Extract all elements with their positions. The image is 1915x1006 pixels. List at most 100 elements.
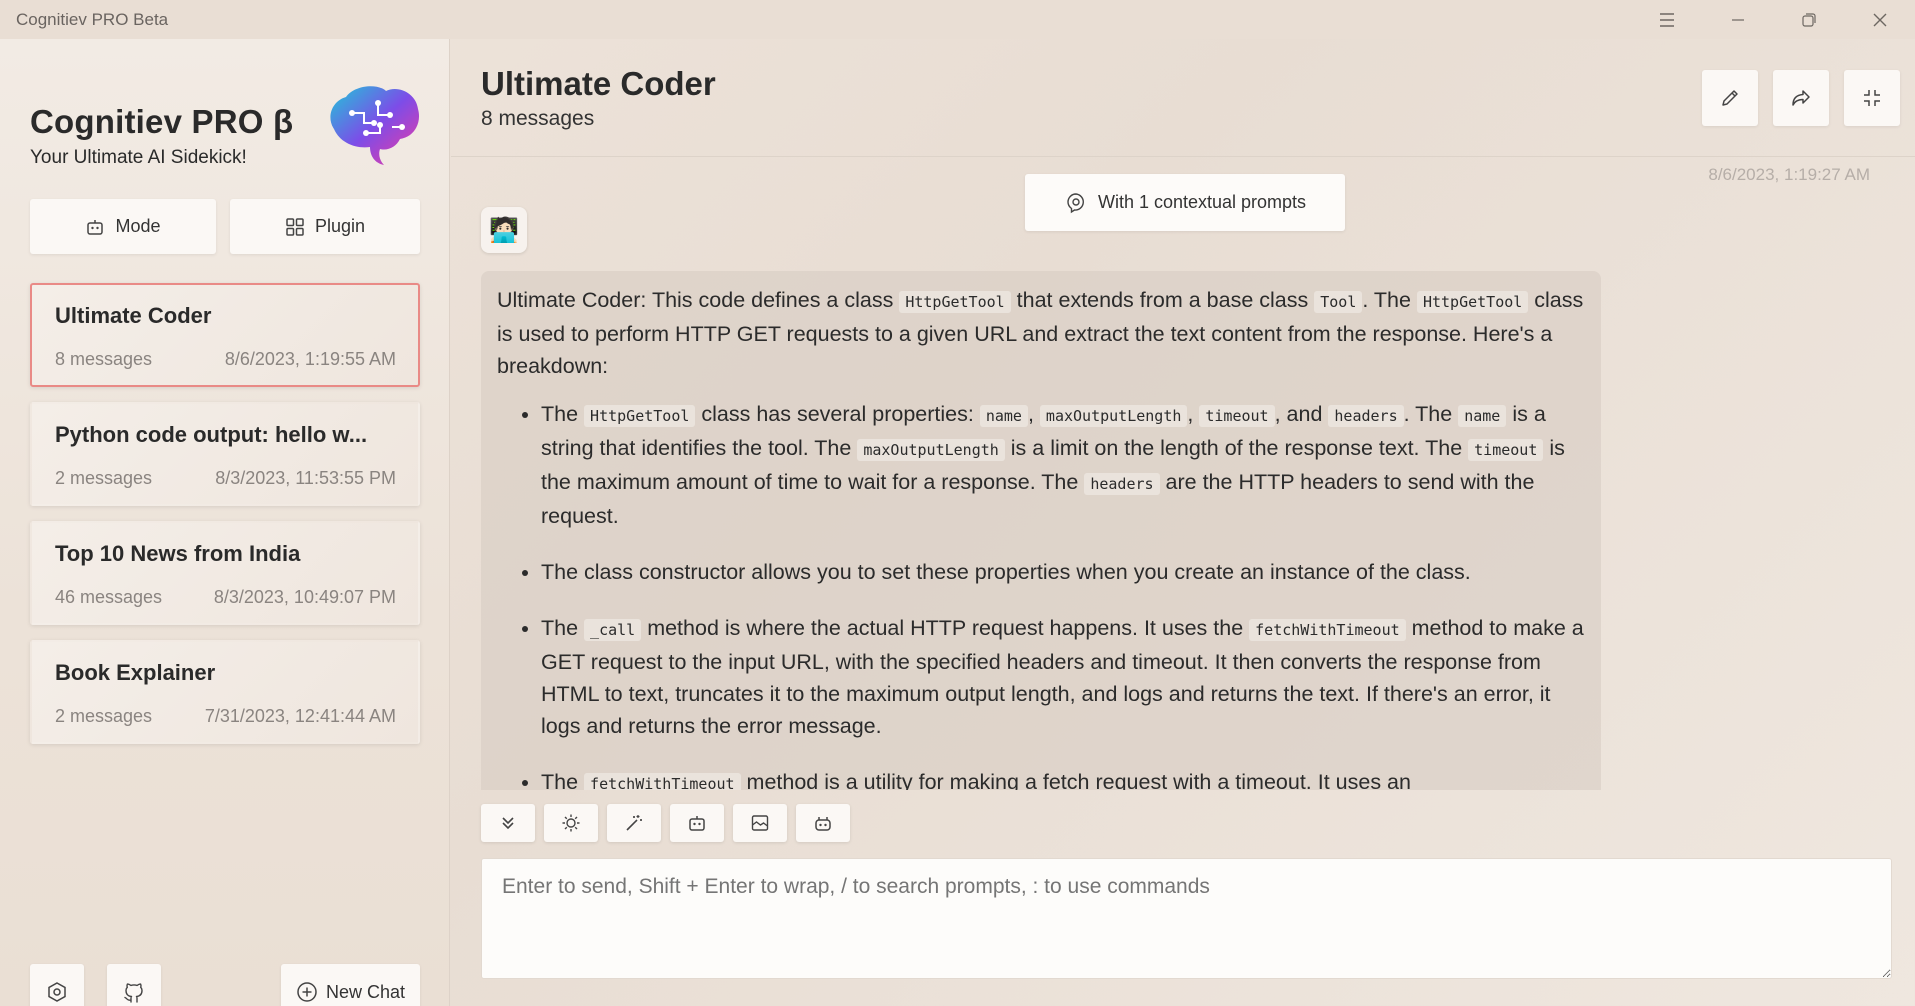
title-bar: Cognitiev PRO Beta — [0, 0, 1915, 39]
plugin-button[interactable]: Plugin — [230, 199, 420, 254]
message-text: that extends from a base class — [1016, 288, 1309, 312]
close-icon[interactable] — [1844, 0, 1915, 39]
settings-icon — [48, 982, 66, 1002]
contextual-prompts-button[interactable]: With 1 contextual prompts — [1025, 174, 1345, 231]
theme-button[interactable] — [544, 804, 598, 842]
list-item: The _call method is where the actual HTT… — [541, 612, 1585, 742]
bot-button[interactable] — [796, 804, 850, 842]
prompts-button[interactable] — [607, 804, 661, 842]
image-button[interactable] — [733, 804, 787, 842]
plugin-label: Plugin — [314, 216, 366, 236]
list-item: The HttpGetTool class has several proper… — [541, 398, 1585, 532]
chat-list: Ultimate Coder 8 messages 8/6/2023, 1:19… — [30, 283, 420, 759]
grid-icon — [286, 217, 304, 236]
message-text: , and — [1274, 402, 1323, 426]
chat-item-count: 2 messages — [55, 706, 153, 726]
chat-item-title: Book Explainer — [55, 660, 216, 685]
chat-item-title: Python code output: hello w... — [55, 422, 368, 447]
message-text: The — [541, 770, 579, 790]
message-text: , — [1187, 402, 1194, 426]
assistant-avatar: 🧑🏻‍💻 — [481, 207, 527, 253]
inline-code: headers — [1084, 473, 1160, 495]
chat-item-book-explainer[interactable]: Book Explainer 2 messages 7/31/2023, 12:… — [30, 640, 420, 744]
inline-code: Tool — [1314, 291, 1363, 313]
double-chevron-down-icon — [502, 817, 514, 830]
assistant-message: Ultimate Coder: This code defines a clas… — [481, 271, 1601, 790]
message-text: The — [541, 402, 579, 426]
mode-label: Mode — [115, 216, 161, 236]
brand-title: Cognitiev PRO β — [30, 103, 294, 140]
brain-icon — [1067, 192, 1084, 213]
github-icon — [124, 983, 143, 1003]
chat-item-date: 8/6/2023, 1:19:55 AM — [224, 349, 396, 369]
mode-button[interactable]: Mode — [30, 199, 216, 254]
collapse-icon — [1864, 90, 1880, 106]
chat-item-title: Top 10 News from India — [55, 541, 301, 566]
message-text: is a limit on the length of the response… — [1010, 436, 1463, 460]
message-text: method is a utility for making a fetch r… — [746, 770, 1411, 790]
magic-wand-icon — [626, 815, 642, 831]
sun-icon — [562, 814, 580, 832]
inline-code: timeout — [1199, 405, 1275, 427]
plus-circle-icon — [297, 982, 317, 1002]
message-text: The class constructor allows you to set … — [541, 560, 1471, 584]
message-timestamp: 8/6/2023, 1:19:27 AM — [1708, 165, 1870, 184]
minimize-icon[interactable] — [1702, 0, 1773, 39]
brand-subtitle: Your Ultimate AI Sidekick! — [30, 147, 247, 168]
edit-button[interactable] — [1702, 70, 1758, 126]
chat-item-count: 8 messages — [55, 349, 153, 369]
scroll-down-button[interactable] — [481, 804, 535, 842]
inline-code: name — [979, 405, 1028, 427]
sidebar: Cognitiev PRO β Your Ultimate AI Sidekic… — [0, 39, 450, 1006]
composer-toolbar — [481, 804, 850, 842]
inline-code: HttpGetTool — [584, 405, 696, 427]
message-list: The HttpGetTool class has several proper… — [497, 398, 1585, 790]
contextual-prompts-label: With 1 contextual prompts — [1097, 192, 1307, 212]
chat-header: Ultimate Coder 8 messages — [451, 39, 1915, 157]
chat-item-top-10-news[interactable]: Top 10 News from India 46 messages 8/3/2… — [30, 521, 420, 625]
inline-code: name — [1458, 405, 1507, 427]
image-icon — [751, 815, 769, 831]
chat-item-date: 8/3/2023, 10:49:07 PM — [213, 587, 396, 607]
message-text: . The — [1403, 402, 1453, 426]
chat-item-python-code-output[interactable]: Python code output: hello w... 2 message… — [30, 402, 420, 506]
message-input[interactable] — [481, 858, 1892, 979]
inline-code: timeout — [1468, 439, 1544, 461]
share-button[interactable] — [1773, 70, 1829, 126]
chat-item-date: 7/31/2023, 12:41:44 AM — [204, 706, 396, 726]
mask-button[interactable] — [670, 804, 724, 842]
restore-icon[interactable] — [1773, 0, 1844, 39]
menu-icon[interactable] — [1631, 0, 1702, 39]
list-item: The fetchWithTimeout method is a utility… — [541, 766, 1585, 790]
collapse-button[interactable] — [1844, 70, 1900, 126]
chat-messages: 8/6/2023, 1:19:27 AM With 1 contextual p… — [451, 158, 1915, 790]
chat-item-date: 8/3/2023, 11:53:55 PM — [215, 468, 396, 488]
settings-button[interactable] — [30, 964, 84, 1006]
inline-code: headers — [1328, 405, 1404, 427]
app-title: Cognitiev PRO Beta — [16, 9, 169, 29]
chat-item-ultimate-coder[interactable]: Ultimate Coder 8 messages 8/6/2023, 1:19… — [30, 283, 420, 387]
inline-code: HttpGetTool — [1416, 291, 1529, 313]
inline-code: HttpGetTool — [899, 291, 1011, 313]
share-icon — [1792, 90, 1810, 106]
new-chat-button[interactable]: New Chat — [281, 964, 420, 1006]
message-text: . The — [1362, 288, 1411, 312]
inline-code: fetchWithTimeout — [584, 773, 741, 790]
message-text: Ultimate Coder: This code defines a clas… — [497, 288, 894, 312]
robot-icon — [689, 816, 705, 831]
bot-icon — [815, 817, 831, 831]
message-text: class has several properties: — [701, 402, 974, 426]
brand: Cognitiev PRO β Your Ultimate AI Sidekic… — [30, 103, 293, 169]
chat-item-title: Ultimate Coder — [55, 303, 212, 328]
chat-item-count: 2 messages — [55, 468, 153, 488]
chat-message-count: 8 messages — [481, 107, 595, 130]
inline-code: maxOutputLength — [857, 439, 1005, 461]
message-text: , — [1027, 402, 1034, 426]
inline-code: fetchWithTimeout — [1249, 619, 1406, 641]
github-button[interactable] — [107, 964, 161, 1006]
list-item: The class constructor allows you to set … — [541, 556, 1585, 588]
inline-code: maxOutputLength — [1039, 405, 1188, 427]
window-controls — [1631, 0, 1915, 39]
message-text: The — [541, 616, 579, 640]
chat-title: Ultimate Coder — [481, 65, 716, 102]
